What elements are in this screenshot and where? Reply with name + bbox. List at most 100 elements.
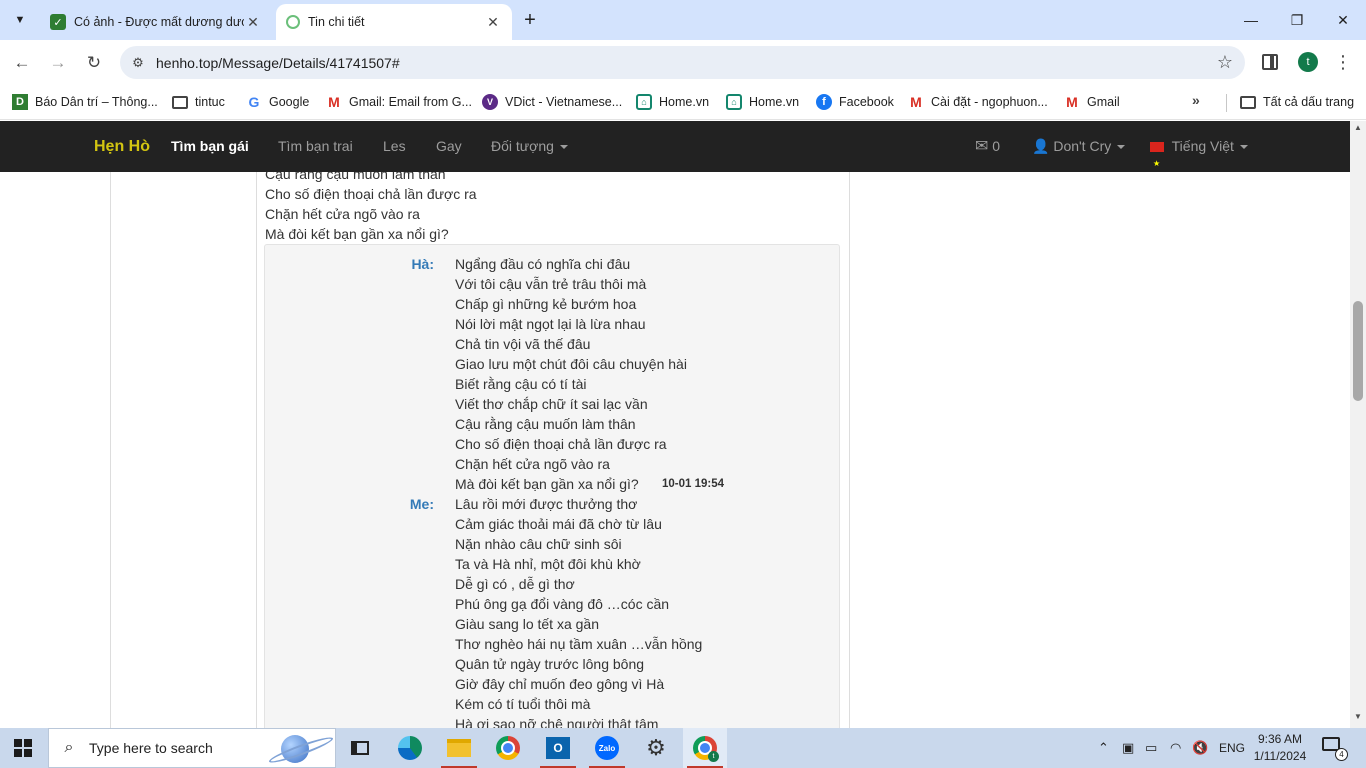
- bookmark-label: Gmail: [1087, 95, 1120, 109]
- bookmark-gmail[interactable]: M Gmail: [1064, 92, 1120, 112]
- bookmark-gmail-email[interactable]: M Gmail: Email from G...: [326, 92, 472, 112]
- scroll-up-arrow-icon[interactable]: ▲: [1350, 123, 1366, 137]
- quote-line: Mà đòi kết bạn gần xa nổi gì?: [455, 476, 639, 492]
- file-explorer-icon: [447, 739, 471, 757]
- bookmarks-bar: D Báo Dân trí – Thông... tintuc G Google…: [0, 85, 1366, 120]
- quote-line: Ta và Hà nhỉ, một đôi khù khờ: [455, 556, 641, 572]
- nav-language-dropdown[interactable]: Tiếng Việt: [1150, 121, 1248, 189]
- quote-line: Hà ơi sao nỡ chê người thật tâm: [455, 716, 659, 728]
- bookmark-vdict[interactable]: V VDict - Vietnamese...: [482, 92, 622, 112]
- chrome-profile-taskbar-button[interactable]: t: [683, 728, 727, 768]
- message-line: Chặn hết cửa ngõ vào ra: [265, 206, 420, 222]
- profile-badge: t: [708, 751, 719, 762]
- forward-arrow-icon[interactable]: →: [44, 49, 72, 77]
- meet-now-icon[interactable]: ▣: [1122, 728, 1134, 768]
- volume-muted-icon[interactable]: 🔇: [1192, 728, 1208, 768]
- tab-co-anh[interactable]: ✓ Có ảnh - Được mất dương dươ ✕: [40, 4, 272, 40]
- dantri-icon: D: [12, 94, 28, 110]
- google-icon: G: [248, 94, 260, 110]
- back-arrow-icon[interactable]: ←: [8, 49, 36, 77]
- close-window-icon[interactable]: ✕: [1320, 0, 1366, 40]
- restore-window-icon[interactable]: ❐: [1274, 0, 1320, 40]
- reload-icon[interactable]: ↻: [80, 49, 108, 77]
- tab-search-dropdown-icon[interactable]: ▼: [8, 8, 32, 32]
- profile-avatar[interactable]: t: [1298, 52, 1318, 72]
- nav-les[interactable]: Les: [383, 121, 406, 172]
- bookmark-google[interactable]: G Google: [246, 92, 310, 112]
- edge-taskbar-button[interactable]: [388, 728, 432, 768]
- caret-down-icon: [1239, 145, 1248, 150]
- nav-messages[interactable]: ✉ 0: [975, 121, 1000, 172]
- scrollbar-thumb[interactable]: [1353, 301, 1363, 401]
- quote-line: Chấp gì những kẻ bướm hoa: [455, 296, 637, 312]
- bookmark-label: Home.vn: [659, 95, 710, 109]
- quote-line: Chặn hết cửa ngõ vào ra: [455, 456, 610, 472]
- bookmark-tintuc[interactable]: tintuc: [172, 92, 225, 112]
- settings-taskbar-button[interactable]: ⚙: [634, 728, 678, 768]
- search-placeholder: Type here to search: [89, 740, 213, 756]
- windows-start-icon[interactable]: [14, 739, 32, 757]
- side-panel-icon[interactable]: [1262, 54, 1278, 70]
- bookmark-label: Gmail: Email from G...: [349, 95, 472, 109]
- notification-center-button[interactable]: 4: [1322, 737, 1348, 761]
- chrome-menu-icon[interactable]: ⋮: [1334, 50, 1352, 74]
- zalo-icon: Zalo: [595, 736, 619, 760]
- bookmark-label: Báo Dân trí – Thông...: [35, 95, 158, 109]
- chrome-taskbar-button[interactable]: [486, 728, 530, 768]
- quote-line: Kém có tí tuổi thôi mà: [455, 696, 591, 712]
- bookmark-label: Tất cả dấu trang: [1263, 95, 1355, 109]
- bookmark-homevn-2[interactable]: ⌂ Home.vn: [726, 92, 799, 112]
- close-tab-icon[interactable]: ✕: [484, 14, 502, 31]
- more-bookmarks-chevron-icon[interactable]: »: [1192, 92, 1200, 108]
- bookmark-label: Cài đặt - ngophuon...: [931, 95, 1048, 109]
- nav-tim-ban-gai[interactable]: Tìm bạn gái: [171, 121, 249, 172]
- quote-line: Dễ gì có , dễ gì thơ: [455, 576, 575, 592]
- wifi-icon[interactable]: ◠: [1170, 728, 1181, 768]
- page-scrollbar[interactable]: ▲ ▼: [1350, 121, 1366, 728]
- bookmark-cai-dat[interactable]: M Cài đặt - ngophuon...: [908, 92, 1048, 112]
- zalo-taskbar-button[interactable]: Zalo: [585, 728, 629, 768]
- edge-icon: [398, 736, 422, 760]
- tab-tin-chi-tiet[interactable]: Tin chi tiết ✕: [276, 4, 512, 40]
- user-icon: 👤: [1032, 138, 1050, 154]
- battery-icon[interactable]: ▭: [1145, 728, 1157, 768]
- system-clock[interactable]: 9:36 AM 1/11/2024: [1248, 731, 1312, 765]
- browser-toolbar: ← → ↻ ⚙ henho.top/Message/Details/417415…: [0, 40, 1366, 85]
- show-hidden-icons-chevron-icon[interactable]: ⌃: [1098, 728, 1109, 768]
- nav-user-dropdown[interactable]: 👤 Don't Cry: [1032, 121, 1126, 172]
- new-tab-plus-icon[interactable]: +: [518, 8, 542, 32]
- nav-doi-tuong-dropdown[interactable]: Đối tượng: [491, 121, 568, 172]
- file-explorer-taskbar-button[interactable]: [437, 728, 481, 768]
- input-language-indicator[interactable]: ENG: [1219, 728, 1245, 768]
- quote-line: Giàu sang lo tết xa gần: [455, 616, 599, 632]
- quote-line: Quân tử ngày trước lông bông: [455, 656, 645, 672]
- outlook-icon: O: [546, 737, 570, 759]
- bookmark-dantri[interactable]: D Báo Dân trí – Thông...: [12, 92, 158, 112]
- bookmark-star-icon[interactable]: ☆: [1205, 52, 1245, 73]
- quote-line: Phú ông gạ đổi vàng đô …cóc cần: [455, 596, 670, 612]
- taskbar-search-box[interactable]: ⌕ Type here to search: [48, 728, 336, 768]
- nav-label: Đối tượng: [491, 138, 554, 154]
- site-brand-link[interactable]: Hẹn Hò: [94, 121, 150, 172]
- all-bookmarks-folder[interactable]: Tất cả dấu trang: [1240, 92, 1354, 112]
- nav-gay[interactable]: Gay: [436, 121, 462, 172]
- user-name: Don't Cry: [1053, 138, 1112, 154]
- nav-tim-ban-trai[interactable]: Tìm bạn trai: [278, 121, 353, 172]
- scroll-down-arrow-icon[interactable]: ▼: [1350, 712, 1366, 726]
- bookmark-homevn-1[interactable]: ⌂ Home.vn: [636, 92, 709, 112]
- bookmark-facebook[interactable]: f Facebook: [816, 92, 894, 112]
- task-view-icon: [351, 741, 369, 755]
- close-tab-icon[interactable]: ✕: [244, 14, 262, 31]
- site-settings-icon[interactable]: ⚙: [120, 55, 156, 71]
- address-bar[interactable]: ⚙ henho.top/Message/Details/41741507# ☆: [120, 46, 1245, 79]
- gear-icon: ⚙: [646, 735, 666, 760]
- clock-date: 1/11/2024: [1253, 749, 1307, 763]
- folder-icon: [1240, 95, 1256, 109]
- task-view-button[interactable]: [338, 728, 382, 768]
- minimize-window-icon[interactable]: —: [1228, 0, 1274, 40]
- message-content-area: Cậu rằng cậu muốn làm thân Cho số điện t…: [0, 172, 1350, 728]
- url-text[interactable]: henho.top/Message/Details/41741507#: [156, 55, 1205, 71]
- outlook-taskbar-button[interactable]: O: [536, 728, 580, 768]
- quote-line: Lâu rồi mới được thưởng thơ: [455, 496, 638, 512]
- vietnam-flag-icon: [1150, 138, 1164, 189]
